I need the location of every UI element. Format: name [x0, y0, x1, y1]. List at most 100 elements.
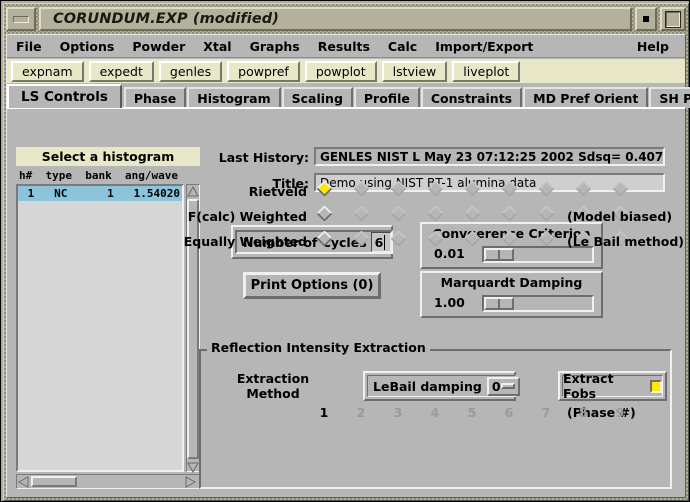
menubar: File Options Powder Xtal Graphs Results …: [7, 35, 685, 58]
radio-diamond-icon: [502, 231, 517, 246]
radio-diamond-icon: [391, 206, 406, 221]
menu-calc[interactable]: Calc: [380, 37, 425, 56]
option-menu-indicator-icon: [500, 383, 515, 389]
number-of-cycles-input[interactable]: 6: [370, 232, 391, 252]
tab-bar: LS Controls Phase Histogram Scaling Prof…: [7, 84, 690, 108]
radio-diamond-icon[interactable]: [317, 206, 332, 221]
marquardt-damping-slider[interactable]: [482, 295, 594, 312]
last-history-value: GENLES NIST L May 23 07:12:25 2002 Sdsq=…: [314, 147, 665, 166]
tab-sh-pref-orient[interactable]: SH Pref Orient: [649, 87, 690, 108]
toolbar: expnam expedt genles powpref powplot lst…: [7, 59, 685, 83]
convergence-criterion-value: 0.01: [434, 246, 465, 261]
toolbar-button-genles[interactable]: genles: [158, 60, 223, 82]
text-caret: [383, 235, 385, 250]
tab-md-pref-orient[interactable]: MD Pref Orient: [523, 87, 649, 108]
toolbar-button-liveplot[interactable]: liveplot: [452, 60, 521, 82]
marquardt-damping-label: Marquardt Damping: [440, 275, 583, 290]
toolbar-button-powplot[interactable]: powplot: [304, 60, 377, 82]
extraction-method-line1: Extraction: [236, 371, 310, 386]
radio-diamond-icon[interactable]: [317, 231, 332, 246]
maximize-icon[interactable]: [660, 7, 686, 31]
extraction-row-label-0: Rietveld: [248, 184, 307, 199]
lebail-damping-value: 0: [491, 378, 501, 394]
phase-number-3: 3: [393, 405, 403, 420]
window-menu-icon[interactable]: [6, 7, 36, 31]
tab-profile[interactable]: Profile: [353, 87, 420, 108]
application-window: CORUNDUM.EXP (modified) File Options Pow…: [0, 0, 690, 502]
histogram-vertical-scrollbar[interactable]: [186, 184, 200, 473]
toolbar-button-lstview[interactable]: lstview: [381, 60, 448, 82]
radio-diamond-icon: [391, 231, 406, 246]
reflection-intensity-extraction-legend: Reflection Intensity Extraction: [207, 340, 430, 355]
last-history-label: Last History:: [218, 150, 309, 165]
tab-ls-controls[interactable]: LS Controls: [7, 84, 122, 108]
phase-number-5: 5: [467, 405, 477, 420]
radio-diamond-icon: [354, 181, 369, 196]
scrollbar-thumb[interactable]: [31, 476, 77, 487]
tab-histogram[interactable]: Histogram: [187, 87, 281, 108]
radio-diamond-icon: [354, 231, 369, 246]
client-area: File Options Powder Xtal Graphs Results …: [6, 34, 690, 498]
slider-thumb[interactable]: [484, 297, 514, 310]
scroll-right-icon[interactable]: [183, 475, 196, 488]
phase-number-4: 4: [430, 405, 440, 420]
phase-number-6: 6: [504, 405, 514, 420]
toolbar-button-expedt[interactable]: expedt: [88, 60, 154, 82]
menu-help[interactable]: Help: [629, 37, 677, 56]
extract-fobs-frame: Extract Fobs: [558, 371, 667, 401]
toolbar-button-powpref[interactable]: powpref: [227, 60, 300, 82]
radio-diamond-icon: [539, 206, 554, 221]
histogram-selector-title: Select a histogram: [16, 147, 200, 166]
radio-diamond-icon: [502, 206, 517, 221]
radio-diamond-icon: [465, 181, 480, 196]
menu-xtal[interactable]: Xtal: [195, 37, 239, 56]
extract-fobs-checkbox[interactable]: [649, 379, 662, 393]
tab-constraints[interactable]: Constraints: [420, 87, 523, 108]
print-options-button[interactable]: Print Options (0): [243, 272, 381, 299]
lebail-damping-select[interactable]: 0: [486, 376, 520, 396]
radio-diamond-icon: [354, 206, 369, 221]
radio-diamond-icon: [539, 231, 554, 246]
menu-options[interactable]: Options: [52, 37, 123, 56]
menu-powder[interactable]: Powder: [124, 37, 193, 56]
slider-thumb[interactable]: [484, 248, 514, 261]
menu-results[interactable]: Results: [310, 37, 378, 56]
scroll-left-icon[interactable]: [17, 475, 30, 488]
radio-diamond-icon: [576, 181, 591, 196]
extraction-row-label-1: F(calc) Weighted: [187, 209, 307, 224]
tab-phase[interactable]: Phase: [123, 87, 187, 108]
radio-diamond-icon: [465, 231, 480, 246]
histogram-listbox[interactable]: 1 NC 1 1.54020 cu: [16, 184, 184, 472]
extraction-row-note-1: (Model biased): [567, 209, 673, 224]
phase-number-7: 7: [541, 405, 551, 420]
marquardt-damping-box: Marquardt Damping 1.00: [420, 271, 603, 318]
number-of-cycles-value: 6: [374, 234, 384, 250]
extraction-row-note-2: (Le Bail method): [567, 234, 685, 249]
radio-diamond-icon: [502, 181, 517, 196]
tab-scaling[interactable]: Scaling: [281, 87, 353, 108]
radio-diamond-icon: [428, 181, 443, 196]
histogram-horizontal-scrollbar[interactable]: [16, 474, 200, 489]
extraction-row-label-2: Equally Weighted: [183, 234, 307, 249]
menu-graphs[interactable]: Graphs: [242, 37, 308, 56]
menu-file[interactable]: File: [8, 37, 50, 56]
phase-number-2: 2: [356, 405, 366, 420]
marquardt-damping-value: 1.00: [434, 295, 465, 310]
extract-fobs-label: Extract Fobs: [563, 371, 614, 401]
scroll-down-icon[interactable]: [187, 460, 199, 473]
radio-diamond-icon: [391, 181, 406, 196]
radio-diamond-icon[interactable]: [317, 181, 332, 196]
histogram-column-header: h# type bank ang/wave: [16, 167, 184, 183]
toolbar-button-expnam[interactable]: expnam: [11, 60, 84, 82]
menu-import-export[interactable]: Import/Export: [427, 37, 541, 56]
radio-diamond-icon: [428, 231, 443, 246]
radio-diamond-icon: [539, 181, 554, 196]
radio-diamond-icon: [428, 206, 443, 221]
phase-number-1: 1: [319, 405, 329, 420]
ls-controls-page: Select a histogram h# type bank ang/wave…: [7, 107, 685, 497]
phase-number-9: 9: [615, 405, 625, 420]
lebail-damping-frame: LeBail damping 0: [363, 371, 520, 401]
extraction-method-label: Extraction Method: [228, 371, 318, 401]
minimize-icon[interactable]: [635, 7, 657, 31]
radio-diamond-icon: [613, 181, 628, 196]
